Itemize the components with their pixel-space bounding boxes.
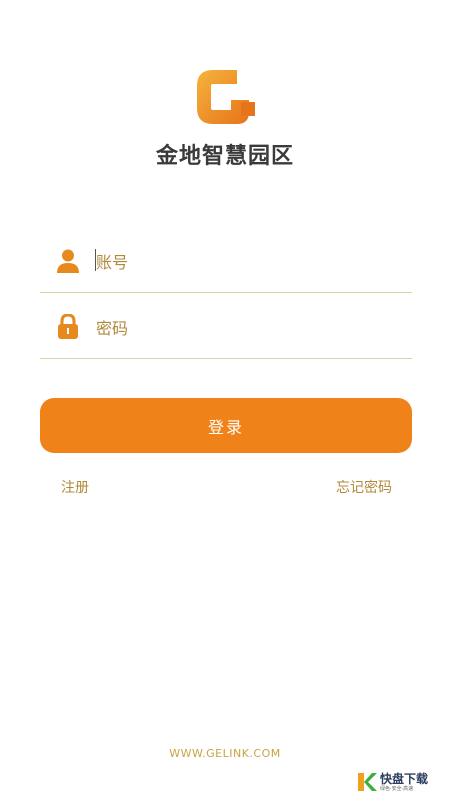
lock-icon bbox=[56, 314, 80, 340]
g-logo-icon bbox=[197, 70, 255, 124]
user-icon bbox=[56, 248, 80, 274]
register-link[interactable]: 注册 bbox=[61, 477, 89, 497]
app-title: 金地智慧园区 bbox=[155, 144, 294, 169]
footer-url: WWW.GELINK.COM bbox=[169, 747, 281, 760]
watermark-tagline: 绿色·安全·高速 bbox=[380, 786, 414, 792]
account-input[interactable] bbox=[94, 246, 396, 278]
login-button[interactable]: 登录 bbox=[40, 398, 412, 453]
k-logo-icon bbox=[358, 773, 377, 791]
password-input[interactable] bbox=[94, 312, 396, 344]
watermark: 快盘下载 绿色·安全·高速 bbox=[356, 770, 444, 794]
app-logo bbox=[191, 66, 259, 128]
account-field[interactable] bbox=[40, 240, 412, 293]
password-field[interactable] bbox=[40, 306, 412, 359]
forgot-password-link[interactable]: 忘记密码 bbox=[336, 477, 392, 497]
